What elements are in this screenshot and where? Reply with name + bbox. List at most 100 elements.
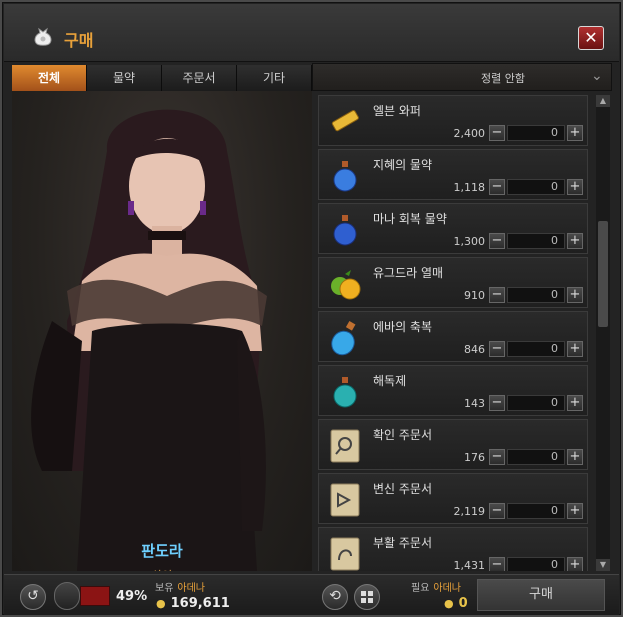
quantity-plus-button[interactable]: + (567, 557, 583, 571)
quantity-plus-button[interactable]: + (567, 179, 583, 195)
quantity-input[interactable]: 0 (507, 125, 565, 141)
item-name: 마나 회복 물약 (373, 212, 447, 226)
quantity-input[interactable]: 0 (507, 233, 565, 249)
refresh-button[interactable]: ⟲ (322, 584, 348, 610)
item-name: 확인 주문서 (373, 428, 433, 442)
list-item[interactable]: 확인 주문서 176 − 0 + (318, 419, 588, 470)
list-item[interactable]: 유그드라 열매 910 − 0 + (318, 257, 588, 308)
chevron-down-icon: ⌄ (591, 68, 603, 84)
needed-adena-label: 필요 아데나 (411, 583, 462, 594)
quantity-minus-button[interactable]: − (489, 287, 505, 303)
quantity-input[interactable]: 0 (507, 179, 565, 195)
shop-window: 구매 ✕ 전체 물약 주문서 기타 정렬 안함 ⌄ 판도라 엘븐 와퍼 2,40… (0, 0, 623, 617)
quantity-minus-button[interactable]: − (489, 179, 505, 195)
quantity-minus-button[interactable]: − (489, 395, 505, 411)
list-item[interactable]: 부활 주문서 1,431 − 0 + (318, 527, 588, 571)
quantity-input[interactable]: 0 (507, 503, 565, 519)
tab-potions[interactable]: 물약 (87, 65, 162, 91)
quantity-minus-button[interactable]: − (489, 341, 505, 357)
needed-adena-amount: ● 0 (444, 596, 468, 611)
adena-coin-icon: ● (156, 597, 166, 610)
quantity-plus-button[interactable]: + (567, 341, 583, 357)
list-item[interactable]: 마나 회복 물약 1,300 − 0 + (318, 203, 588, 254)
category-tabs: 전체 물약 주문서 기타 (12, 65, 312, 91)
window-title: 구매 (64, 31, 94, 50)
item-list-scrollbar[interactable]: ▲ ▼ (596, 95, 610, 571)
item-price: 910 (464, 289, 485, 302)
item-price: 1,431 (453, 559, 486, 571)
quantity-plus-button[interactable]: + (567, 395, 583, 411)
quantity-minus-button[interactable]: − (489, 557, 505, 571)
owned-adena-amount: ● 169,611 (156, 596, 230, 611)
quantity-plus-button[interactable]: + (567, 449, 583, 465)
item-price: 176 (464, 451, 485, 464)
quantity-minus-button[interactable]: − (489, 125, 505, 141)
list-item[interactable]: 변신 주문서 2,119 − 0 + (318, 473, 588, 524)
item-name: 해독제 (373, 374, 407, 388)
item-name: 변신 주문서 (373, 482, 433, 496)
close-icon: ✕ (584, 28, 598, 47)
title-bar[interactable]: 구매 ✕ (4, 4, 619, 62)
potion-cyan-icon (331, 321, 356, 356)
item-price: 2,119 (453, 505, 486, 518)
wafer-icon (331, 110, 359, 132)
tab-all[interactable]: 전체 (12, 65, 87, 91)
sort-label: 정렬 안함 (481, 72, 525, 85)
sort-dropdown[interactable]: 정렬 안함 ⌄ (312, 63, 612, 91)
potion-blue-icon (333, 215, 357, 246)
scroll-up-icon[interactable]: ▲ (596, 95, 610, 107)
list-item[interactable]: 지혜의 물약 1,118 − 0 + (318, 149, 588, 200)
list-item[interactable]: 엘븐 와퍼 2,400 − 0 + (318, 95, 588, 146)
scroll-down-icon[interactable]: ▼ (596, 559, 610, 571)
npc-role: [ 상인 ] (12, 567, 312, 571)
item-name: 에바의 축복 (373, 320, 433, 334)
quantity-plus-button[interactable]: + (567, 287, 583, 303)
refresh-icon: ⟲ (329, 588, 341, 604)
bottom-bar: ↺ 49% 보유 아데나 ● 169,611 ⟲ 필요 아데나 ● 0 구매 (4, 574, 619, 615)
coin-pouch-icon (34, 27, 52, 46)
scroll-thumb[interactable] (598, 221, 608, 327)
weight-icon (54, 582, 80, 610)
potion-blue-icon (333, 161, 357, 192)
quantity-input[interactable]: 0 (507, 287, 565, 303)
quantity-minus-button[interactable]: − (489, 449, 505, 465)
list-item[interactable]: 해독제 143 − 0 + (318, 365, 588, 416)
weight-bar (80, 586, 110, 606)
npc-portrait: 판도라 [ 상인 ] (12, 91, 312, 571)
buy-button[interactable]: 구매 (477, 579, 605, 611)
item-name: 유그드라 열매 (373, 266, 444, 280)
quantity-plus-button[interactable]: + (567, 503, 583, 519)
list-item[interactable]: 에바의 축복 846 − 0 + (318, 311, 588, 362)
item-list: 엘븐 와퍼 2,400 − 0 + 지혜의 물약 1,118 − 0 + 마나 … (318, 95, 588, 571)
weight-percent: 49% (116, 589, 148, 604)
grid-view-button[interactable] (354, 584, 380, 610)
potion-teal-icon (333, 377, 357, 408)
grid-icon (361, 591, 373, 603)
quantity-input[interactable]: 0 (507, 449, 565, 465)
npc-illustration (31, 109, 267, 571)
quantity-plus-button[interactable]: + (567, 125, 583, 141)
scroll-icon (330, 483, 360, 517)
undo-icon: ↺ (27, 588, 39, 604)
adena-coin-icon: ● (444, 597, 454, 610)
quantity-input[interactable]: 0 (507, 557, 565, 571)
item-price: 1,118 (453, 181, 486, 194)
scroll-icon (330, 429, 360, 463)
item-price: 846 (464, 343, 485, 356)
quantity-plus-button[interactable]: + (567, 233, 583, 249)
npc-name: 판도라 (141, 542, 183, 560)
quantity-minus-button[interactable]: − (489, 503, 505, 519)
tab-scrolls[interactable]: 주문서 (162, 65, 237, 91)
quantity-input[interactable]: 0 (507, 341, 565, 357)
item-price: 2,400 (453, 127, 486, 140)
tab-etc[interactable]: 기타 (237, 65, 312, 91)
quantity-input[interactable]: 0 (507, 395, 565, 411)
item-name: 엘븐 와퍼 (373, 104, 421, 118)
item-name: 부활 주문서 (373, 536, 433, 550)
item-price: 1,300 (453, 235, 486, 248)
undo-button[interactable]: ↺ (20, 584, 46, 610)
quantity-minus-button[interactable]: − (489, 233, 505, 249)
close-button[interactable]: ✕ (578, 26, 604, 50)
fruit-icon (331, 270, 361, 300)
scroll-icon (330, 537, 360, 571)
